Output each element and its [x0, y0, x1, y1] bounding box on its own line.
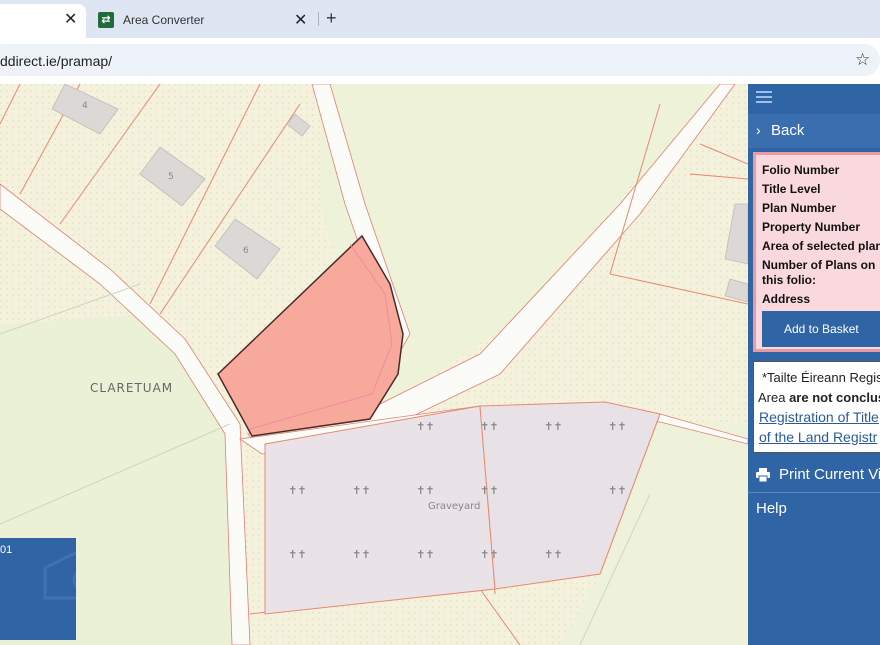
field-property-number: Property Number: [762, 220, 861, 234]
close-tab-icon[interactable]: ✕: [294, 13, 307, 29]
folio-info-list: Folio Number Title Level Plan Number Pro…: [762, 163, 880, 311]
svg-text:✝✝: ✝✝: [608, 484, 626, 497]
new-tab-button[interactable]: +: [326, 9, 337, 27]
close-tab-icon[interactable]: ✕: [64, 12, 77, 28]
print-label: Print Current Vi: [779, 466, 880, 483]
field-area-selected: Area of selected plan: [762, 239, 880, 253]
svg-text:✝✝: ✝✝: [352, 484, 370, 497]
tab-separator: [318, 12, 319, 26]
house-number: 6: [243, 246, 249, 256]
house-number: 4: [82, 101, 88, 111]
note-line-2-bold: are not conclus: [789, 390, 880, 405]
side-panel: › Back Folio Number Title Level Plan Num…: [748, 84, 880, 645]
address-bar[interactable]: [0, 44, 880, 76]
svg-text:✝✝: ✝✝: [544, 548, 562, 561]
tab-strip: ✕ ⇄ Area Converter ✕ +: [0, 0, 880, 38]
browser-toolbar: [0, 38, 880, 84]
back-label: Back: [771, 122, 805, 139]
folio-info-card: Folio Number Title Level Plan Number Pro…: [753, 152, 880, 352]
svg-text:✝✝: ✝✝: [480, 420, 498, 433]
note-line-1: *Tailte Éireann Regist: [762, 370, 880, 385]
graveyard-label: Graveyard: [428, 501, 480, 512]
tab-area-converter[interactable]: ⇄ Area Converter ✕: [90, 6, 310, 34]
field-title-level: Title Level: [762, 182, 821, 196]
url-text[interactable]: ddirect.ie/pramap/: [0, 53, 112, 69]
svg-text:✝✝: ✝✝: [416, 420, 434, 433]
map-overlay-panel[interactable]: 01: [0, 538, 76, 640]
field-folio-number: Folio Number: [762, 163, 840, 177]
watermark-logo-icon: [43, 551, 76, 600]
note-line-2: Area are not conclus: [758, 390, 880, 405]
svg-text:✝✝: ✝✝: [544, 420, 562, 433]
svg-text:✝✝: ✝✝: [480, 484, 498, 497]
svg-text:✝✝: ✝✝: [416, 484, 434, 497]
field-plan-number: Plan Number: [762, 201, 837, 215]
house-number: 5: [168, 172, 174, 182]
svg-text:✝✝: ✝✝: [288, 548, 306, 561]
svg-text:✝✝: ✝✝: [416, 548, 434, 561]
bookmark-star-icon[interactable]: ☆: [855, 50, 870, 70]
svg-text:✝✝: ✝✝: [288, 484, 306, 497]
tab-active[interactable]: ✕: [0, 4, 86, 38]
printer-icon: [756, 468, 770, 482]
field-number-of-plans: Number of Plans on: [762, 258, 876, 272]
map-canvas[interactable]: 4 5 6 ✝✝ ✝✝ ✝✝ ✝✝ ✝✝ ✝✝ ✝✝ ✝✝ ✝✝ ✝✝ ✝✝ ✝…: [0, 84, 748, 645]
help-link[interactable]: Help: [756, 500, 787, 517]
tab-title: Area Converter: [123, 13, 205, 27]
add-to-basket-button[interactable]: Add to Basket: [762, 311, 880, 347]
svg-text:✝✝: ✝✝: [352, 548, 370, 561]
map-view[interactable]: 4 5 6 ✝✝ ✝✝ ✝✝ ✝✝ ✝✝ ✝✝ ✝✝ ✝✝ ✝✝ ✝✝ ✝✝ ✝…: [0, 84, 748, 645]
disclaimer-note: *Tailte Éireann Regist Area are not conc…: [753, 361, 880, 453]
registration-of-title-link[interactable]: Registration of Title: [759, 409, 879, 425]
land-registry-link[interactable]: of the Land Registr: [759, 429, 877, 445]
note-line-2-prefix: Area: [758, 390, 790, 405]
print-current-view-button[interactable]: Print Current Vi: [748, 462, 880, 492]
field-number-of-plans-cont: this folio:: [762, 273, 816, 287]
panel-divider: [748, 492, 880, 493]
area-converter-favicon-icon: ⇄: [98, 12, 114, 28]
svg-text:✝✝: ✝✝: [480, 548, 498, 561]
field-address: Address: [762, 292, 811, 306]
svg-text:✝✝: ✝✝: [608, 420, 626, 433]
hamburger-menu-icon[interactable]: [756, 91, 772, 105]
townland-label: CLARETUAM: [90, 381, 174, 395]
chevron-right-icon: ›: [756, 122, 761, 138]
back-button[interactable]: › Back: [748, 114, 880, 148]
